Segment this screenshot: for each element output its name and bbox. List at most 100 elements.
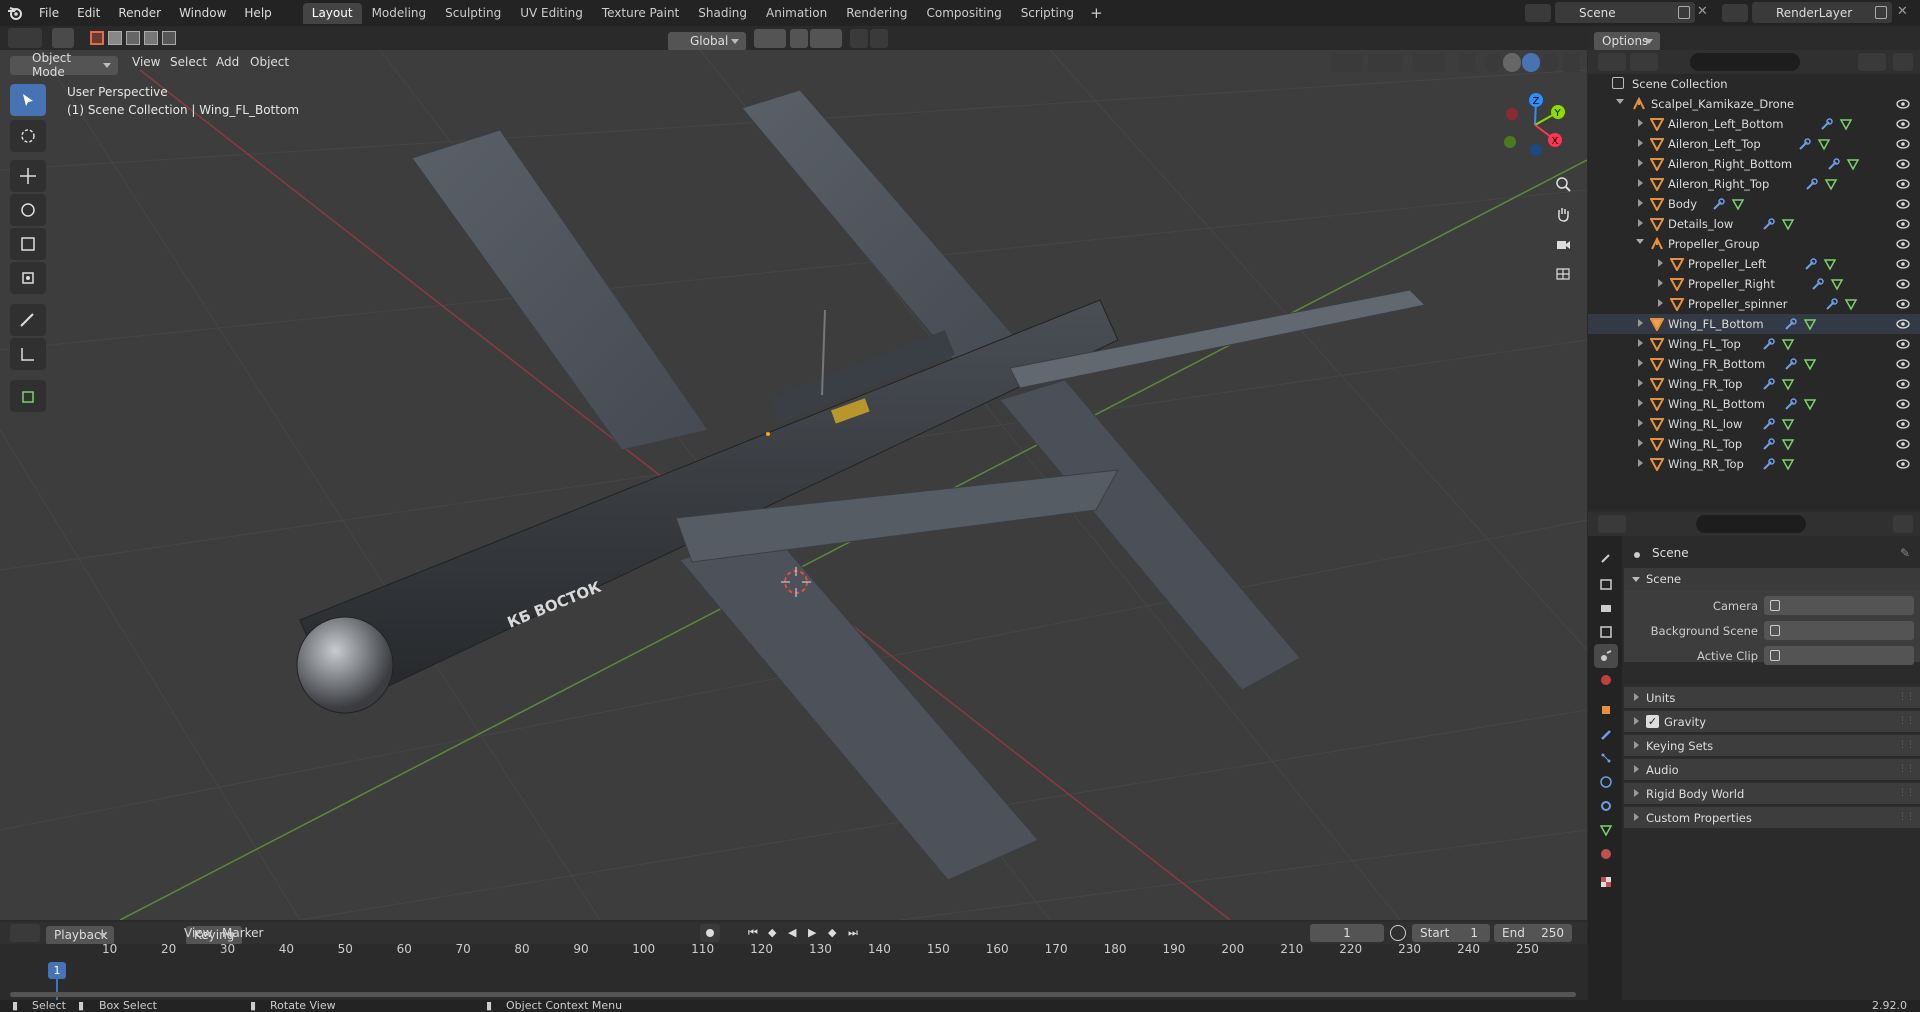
menu-window[interactable]: Window xyxy=(170,6,235,20)
scene-tab-icon[interactable] xyxy=(1594,644,1618,668)
chevron-right-icon[interactable] xyxy=(1658,299,1667,307)
material-shading-icon[interactable] xyxy=(1522,53,1540,72)
outliner-search-input[interactable] xyxy=(1690,53,1800,71)
tab-shading[interactable]: Shading xyxy=(689,3,756,24)
eye-icon[interactable] xyxy=(1896,338,1910,350)
mode-dropdown[interactable]: Object Mode xyxy=(10,51,118,79)
outliner-editor-type-icon[interactable] xyxy=(1598,53,1626,71)
jump-keyframe-forward-icon[interactable]: ◆ xyxy=(828,926,836,939)
eye-icon[interactable] xyxy=(1896,438,1910,450)
timeline-menu-marker[interactable]: Marker xyxy=(214,926,271,940)
eye-icon[interactable] xyxy=(1896,318,1910,330)
mesh-data-icon[interactable] xyxy=(1824,177,1838,191)
outliner-item[interactable]: Wing_FR_Bottom xyxy=(1588,354,1920,374)
property-field[interactable] xyxy=(1764,596,1914,615)
xray-toggle-icon[interactable] xyxy=(1458,53,1476,72)
material-tab-icon[interactable] xyxy=(1594,842,1618,866)
modifier-wrench-icon[interactable] xyxy=(1761,457,1775,471)
editor-type-icon[interactable] xyxy=(8,28,42,48)
drag-handle-icon[interactable]: ⋮⋮ xyxy=(1898,812,1915,822)
pan-hand-icon[interactable] xyxy=(1549,200,1577,228)
eye-icon[interactable] xyxy=(1896,398,1910,410)
drag-handle-icon[interactable]: ⋮⋮ xyxy=(1898,740,1915,750)
add-workspace-icon[interactable]: + xyxy=(1084,4,1109,24)
move-tool[interactable] xyxy=(10,160,46,192)
view-layer-selector[interactable]: RenderLayer xyxy=(1752,2,1892,23)
tab-rendering[interactable]: Rendering xyxy=(837,3,916,24)
drag-handle-icon[interactable]: ⋮⋮ xyxy=(1898,716,1915,726)
eye-icon[interactable] xyxy=(1896,238,1910,250)
overlay-toggle-icon[interactable] xyxy=(1412,53,1446,72)
gizmo-toggle-icon[interactable] xyxy=(1368,53,1402,72)
filter-icon[interactable] xyxy=(1858,53,1886,71)
texture-tab-icon[interactable] xyxy=(1594,870,1618,894)
tab-uv-editing[interactable]: UV Editing xyxy=(511,3,592,24)
navigation-gizmo[interactable]: Z Y X xyxy=(1500,90,1570,160)
chevron-right-icon[interactable] xyxy=(1638,419,1647,427)
modifier-wrench-icon[interactable] xyxy=(1819,117,1833,131)
tab-compositing[interactable]: Compositing xyxy=(917,3,1010,24)
select-mode-intersect-icon[interactable] xyxy=(162,31,176,45)
eye-icon[interactable] xyxy=(1896,298,1910,310)
3d-viewport[interactable]: КБ ВОСТОК User Perspective (1) Scene Col… xyxy=(0,50,1587,920)
tab-layout[interactable]: Layout xyxy=(302,3,362,24)
chevron-down-icon[interactable] xyxy=(1636,239,1644,248)
eye-icon[interactable] xyxy=(1896,98,1910,110)
chevron-right-icon[interactable] xyxy=(1638,179,1647,187)
pivot-point-icon[interactable] xyxy=(754,29,786,48)
jump-start-icon[interactable]: ⏮ xyxy=(748,926,758,940)
chevron-right-icon[interactable] xyxy=(1638,339,1647,347)
wing-rear-right[interactable] xyxy=(741,89,1036,381)
outliner-item[interactable]: Wing_FL_Top xyxy=(1588,334,1920,354)
new-view-layer-icon[interactable] xyxy=(1875,6,1887,19)
chevron-down-icon[interactable] xyxy=(1616,99,1624,108)
pin-icon[interactable]: ✎ xyxy=(1900,546,1910,560)
select-mode-extend-icon[interactable] xyxy=(108,31,122,45)
measure-tool[interactable] xyxy=(10,338,46,370)
eye-icon[interactable] xyxy=(1896,178,1910,190)
gravity-checkbox[interactable]: ✓ xyxy=(1646,715,1659,728)
shading-options-icon[interactable] xyxy=(1562,53,1580,72)
select-mode-invert-icon[interactable] xyxy=(144,31,158,45)
modifier-wrench-icon[interactable] xyxy=(1826,157,1840,171)
chevron-right-icon[interactable] xyxy=(1638,399,1647,407)
start-frame-field[interactable]: Start 1 xyxy=(1412,924,1490,942)
outliner-item[interactable]: Wing_FL_Bottom xyxy=(1588,314,1920,334)
new-scene-icon[interactable] xyxy=(1678,6,1690,19)
modifier-wrench-icon[interactable] xyxy=(1761,337,1775,351)
chevron-right-icon[interactable] xyxy=(1658,279,1667,287)
menu-render[interactable]: Render xyxy=(109,6,170,20)
eye-icon[interactable] xyxy=(1896,218,1910,230)
eye-icon[interactable] xyxy=(1896,158,1910,170)
eye-icon[interactable] xyxy=(1896,198,1910,210)
modifier-wrench-icon[interactable] xyxy=(1761,217,1775,231)
select-mode-new-icon[interactable] xyxy=(90,31,104,45)
wing-front-left-bottom[interactable] xyxy=(679,529,1039,881)
scene-panel-header[interactable]: Scene xyxy=(1624,568,1920,590)
jump-end-icon[interactable]: ⏭ xyxy=(848,926,858,940)
data-tab-icon[interactable] xyxy=(1594,818,1618,842)
drag-handle-icon[interactable]: ⋮⋮ xyxy=(1898,788,1915,798)
options-dropdown[interactable]: Options xyxy=(1594,31,1660,51)
menu-file[interactable]: File xyxy=(30,6,68,20)
property-field[interactable] xyxy=(1764,646,1914,665)
mesh-data-icon[interactable] xyxy=(1781,417,1795,431)
eye-icon[interactable] xyxy=(1896,258,1910,270)
eye-icon[interactable] xyxy=(1896,118,1910,130)
outliner-item[interactable]: Propeller_Right xyxy=(1588,274,1920,294)
mesh-data-icon[interactable] xyxy=(1803,357,1817,371)
mesh-data-icon[interactable] xyxy=(1731,197,1745,211)
outliner-item[interactable]: Aileron_Right_Bottom xyxy=(1588,154,1920,174)
select-tool-icon[interactable] xyxy=(52,28,74,48)
outliner-root-row[interactable]: Scene Collection xyxy=(1588,74,1920,94)
display-mode-icon[interactable] xyxy=(1630,53,1658,71)
wireframe-shading-icon[interactable] xyxy=(1484,53,1502,72)
outliner-item[interactable]: Aileron_Right_Top xyxy=(1588,174,1920,194)
wing-front-right-bottom[interactable] xyxy=(999,379,1301,691)
menu-help[interactable]: Help xyxy=(235,6,280,20)
outliner-item[interactable]: Details_low xyxy=(1588,214,1920,234)
scene-selector[interactable]: Scene xyxy=(1555,2,1695,23)
eye-icon[interactable] xyxy=(1896,138,1910,150)
chevron-right-icon[interactable] xyxy=(1638,219,1647,227)
solid-shading-icon[interactable] xyxy=(1503,53,1521,72)
